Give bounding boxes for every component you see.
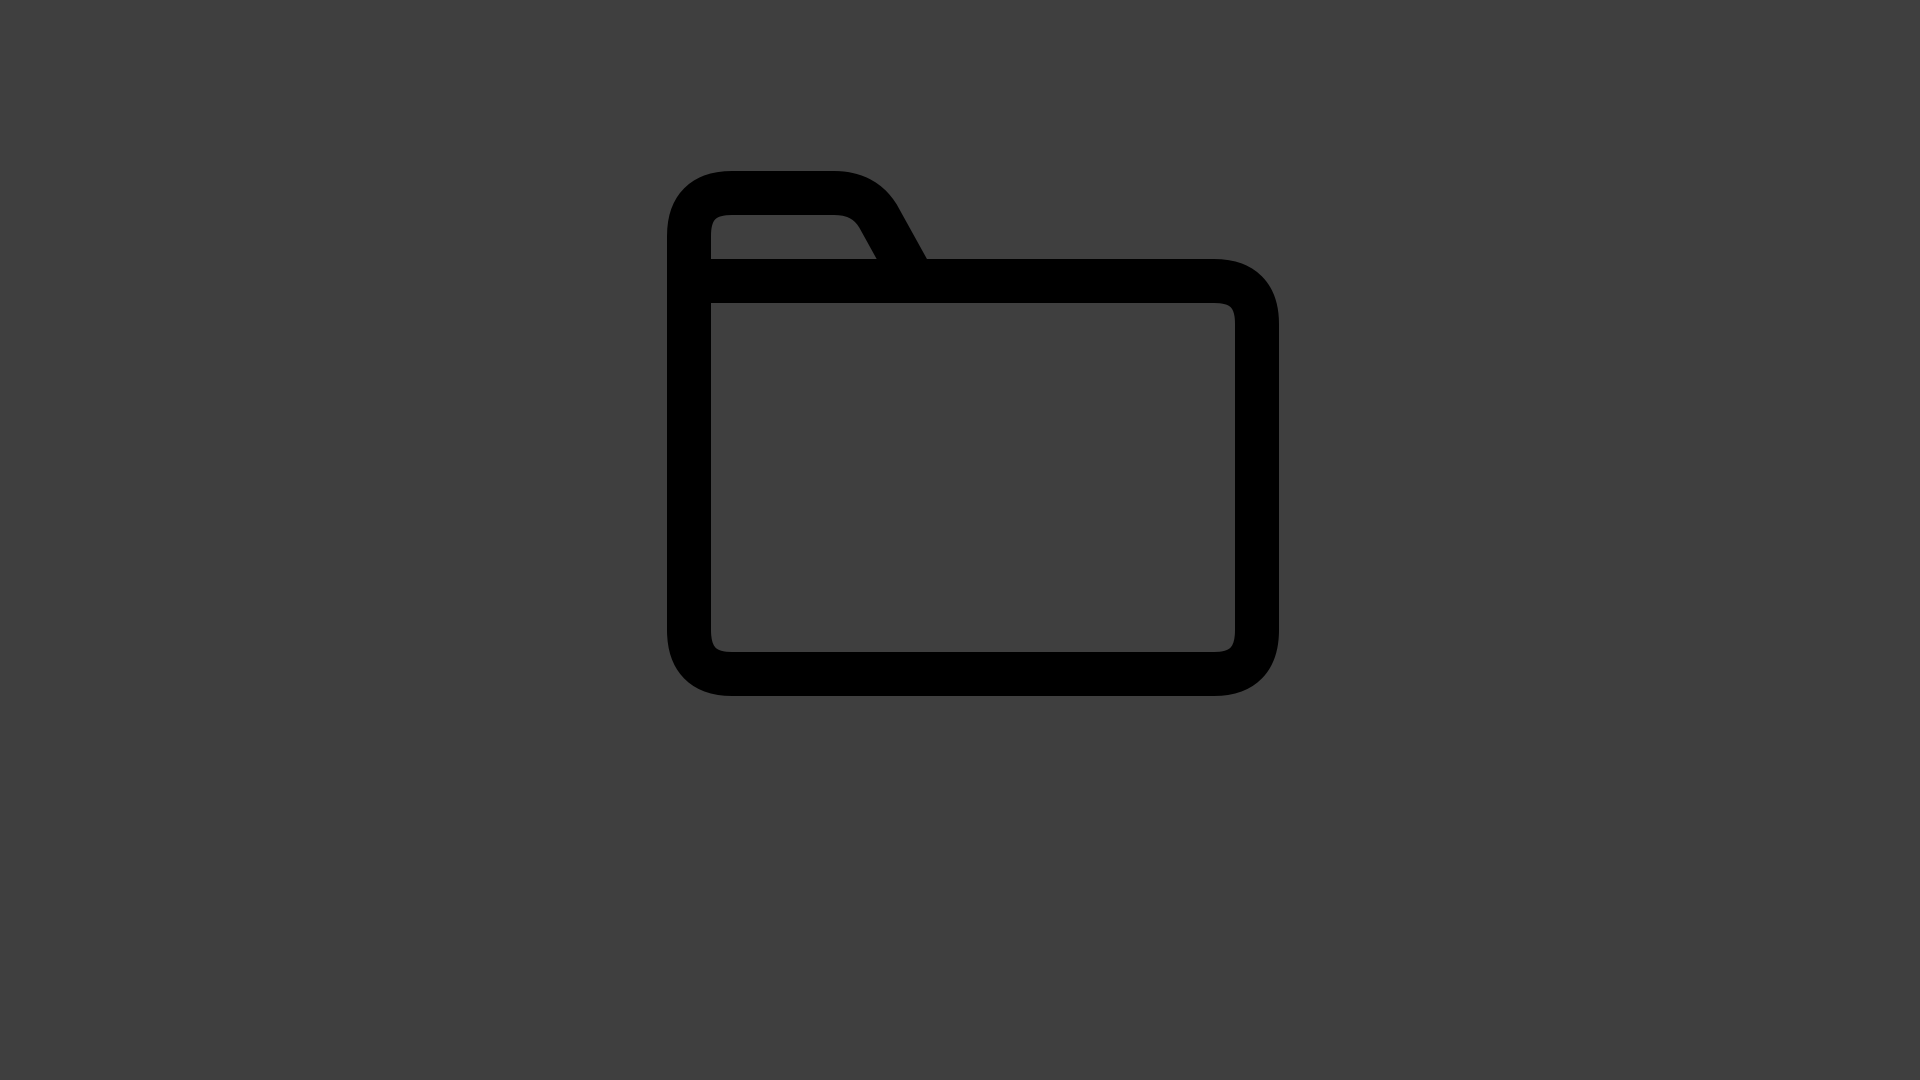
folder-icon bbox=[667, 171, 1279, 696]
empty-state-screen bbox=[0, 0, 1920, 1080]
